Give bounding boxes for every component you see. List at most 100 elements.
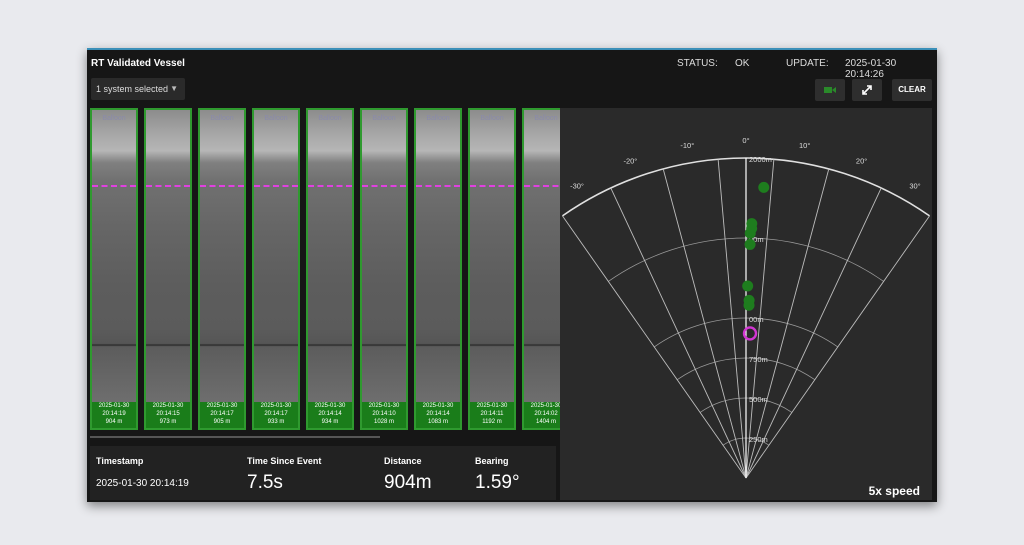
horizon-line (146, 185, 190, 187)
strip-label: Balloon (372, 115, 396, 122)
radar-panel: 250m 500m 750m 00m 00m 2000m -30° -20° -10° 0° 10°… (560, 108, 932, 500)
horizon-line (308, 185, 352, 187)
horizontal-scrollbar[interactable] (90, 436, 380, 438)
detection-point (746, 218, 758, 230)
thermal-image: Balloon (308, 110, 352, 402)
angle-label: 30° (909, 181, 920, 190)
system-select-value: 1 system selected (96, 84, 169, 94)
camera-icon (824, 86, 836, 93)
strip-distance: 1083 m (427, 419, 448, 425)
strip-date: 2025-01-30 (152, 403, 184, 409)
radar-plot[interactable]: 250m500m750m00m00m2000m-30°-20°-10°0°10°… (560, 108, 932, 500)
thermal-image: Balloon (254, 110, 298, 402)
update-label: UPDATE: (786, 58, 829, 69)
bearing-spoke (610, 187, 747, 479)
horizon-line (254, 185, 298, 187)
detection-strip[interactable]: Balloon 2025-01-30 20:14:14 1083 m (414, 108, 462, 430)
angle-label: 10° (799, 141, 810, 150)
strip-label: Balloon (426, 115, 450, 122)
status-label: STATUS: (677, 58, 718, 69)
angle-label: 0° (742, 136, 749, 145)
status-value: OK (735, 58, 750, 69)
bearing-value: 1.59° (475, 472, 520, 493)
speed-label: 5x speed (868, 484, 920, 498)
chevron-down-icon: ▼ (170, 84, 178, 93)
horizon-line (470, 185, 514, 187)
strip-distance: 933 m (267, 419, 285, 425)
strip-label: Balloon (480, 115, 504, 122)
thermal-image: Balloon (470, 110, 514, 402)
strip-time: 20:14:15 (156, 411, 180, 417)
expand-button[interactable] (852, 79, 882, 101)
stats-panel: Timestamp 2025-01-30 20:14:19 Time Since… (90, 446, 556, 500)
bearing-label: Bearing (475, 456, 509, 466)
detection-point (742, 280, 754, 292)
thermal-image: Balloon (200, 110, 244, 402)
detection-point (758, 181, 770, 193)
horizon-line (200, 185, 244, 187)
bearing-spoke (717, 159, 747, 479)
distance-value: 904m (384, 472, 432, 493)
thermal-image: Balloon (92, 110, 136, 402)
detection-strip[interactable]: Balloon 2025-01-30 20:14:17 933 m (252, 108, 300, 430)
thermal-image: Balloon (416, 110, 460, 402)
strip-label: Balloon (264, 115, 288, 122)
thermal-image (146, 110, 190, 402)
system-select[interactable]: 1 system selected ▼ (91, 78, 185, 100)
timestamp-value: 2025-01-30 20:14:19 (96, 478, 189, 489)
strip-distance: 905 m (213, 419, 231, 425)
detection-strip[interactable]: 2025-01-30 20:14:15 973 m (144, 108, 192, 430)
strip-date: 2025-01-30 (368, 403, 400, 409)
bearing-spoke (662, 168, 747, 479)
bearing-spoke (562, 215, 747, 479)
strip-caption: 2025-01-30 20:14:19 904 m (92, 402, 136, 426)
range-label: 250m (749, 435, 768, 444)
angle-label: -30° (570, 181, 584, 190)
app-window: RT Validated Vessel STATUS: OK UPDATE: 2… (87, 48, 937, 502)
range-label: 00m (749, 315, 764, 324)
strip-caption: 2025-01-30 20:14:17 905 m (200, 402, 244, 426)
strip-date: 2025-01-30 (476, 403, 508, 409)
strip-time: 20:14:11 (480, 411, 504, 417)
strip-caption: 2025-01-30 20:14:14 1083 m (416, 402, 460, 426)
strip-distance: 904 m (105, 419, 123, 425)
thermal-image: Balloon (362, 110, 406, 402)
strip-time: 20:14:14 (426, 411, 450, 417)
strip-caption: 2025-01-30 20:14:11 1192 m (470, 402, 514, 426)
strip-date: 2025-01-30 (422, 403, 454, 409)
time-since-label: Time Since Event (247, 456, 322, 466)
horizon-line (416, 185, 460, 187)
detection-strip[interactable]: Balloon 2025-01-30 20:14:19 904 m (90, 108, 138, 430)
strip-distance: 1192 m (482, 419, 502, 425)
detection-strip[interactable]: Balloon 2025-01-30 20:14:14 934 m (306, 108, 354, 430)
detection-strip[interactable]: Balloon 2025-01-30 20:14:17 905 m (198, 108, 246, 430)
strip-caption: 2025-01-30 20:14:10 1028 m (362, 402, 406, 426)
timestamp-label: Timestamp (96, 456, 144, 466)
range-label: 750m (749, 355, 768, 364)
strip-time: 20:14:10 (372, 411, 396, 417)
detection-strip[interactable]: Balloon 2025-01-30 20:14:10 1028 m (360, 108, 408, 430)
strip-date: 2025-01-30 (206, 403, 238, 409)
strip-distance: 973 m (159, 419, 177, 425)
angle-label: -20° (623, 156, 637, 165)
strip-label: Balloon (102, 115, 126, 122)
strip-caption: 2025-01-30 20:14:15 973 m (146, 402, 190, 426)
clear-button[interactable]: CLEAR (892, 79, 932, 101)
strip-date: 2025-01-30 (314, 403, 346, 409)
strip-time: 20:14:17 (210, 411, 234, 417)
angle-label: 20° (856, 156, 867, 165)
strip-time: 20:14:19 (102, 411, 126, 417)
detection-point (744, 238, 756, 250)
strip-distance: 1028 m (373, 419, 394, 425)
horizon-line (362, 185, 406, 187)
strip-caption: 2025-01-30 20:14:17 933 m (254, 402, 298, 426)
range-label: 500m (749, 395, 768, 404)
camera-toggle-button[interactable] (815, 79, 845, 101)
detection-point (743, 294, 755, 306)
strip-label: Balloon (318, 115, 342, 122)
distance-label: Distance (384, 456, 422, 466)
strip-date: 2025-01-30 (98, 403, 130, 409)
detection-strip[interactable]: Balloon 2025-01-30 20:14:11 1192 m (468, 108, 516, 430)
bearing-spoke (745, 215, 930, 479)
strip-caption: 2025-01-30 20:14:14 934 m (308, 402, 352, 426)
